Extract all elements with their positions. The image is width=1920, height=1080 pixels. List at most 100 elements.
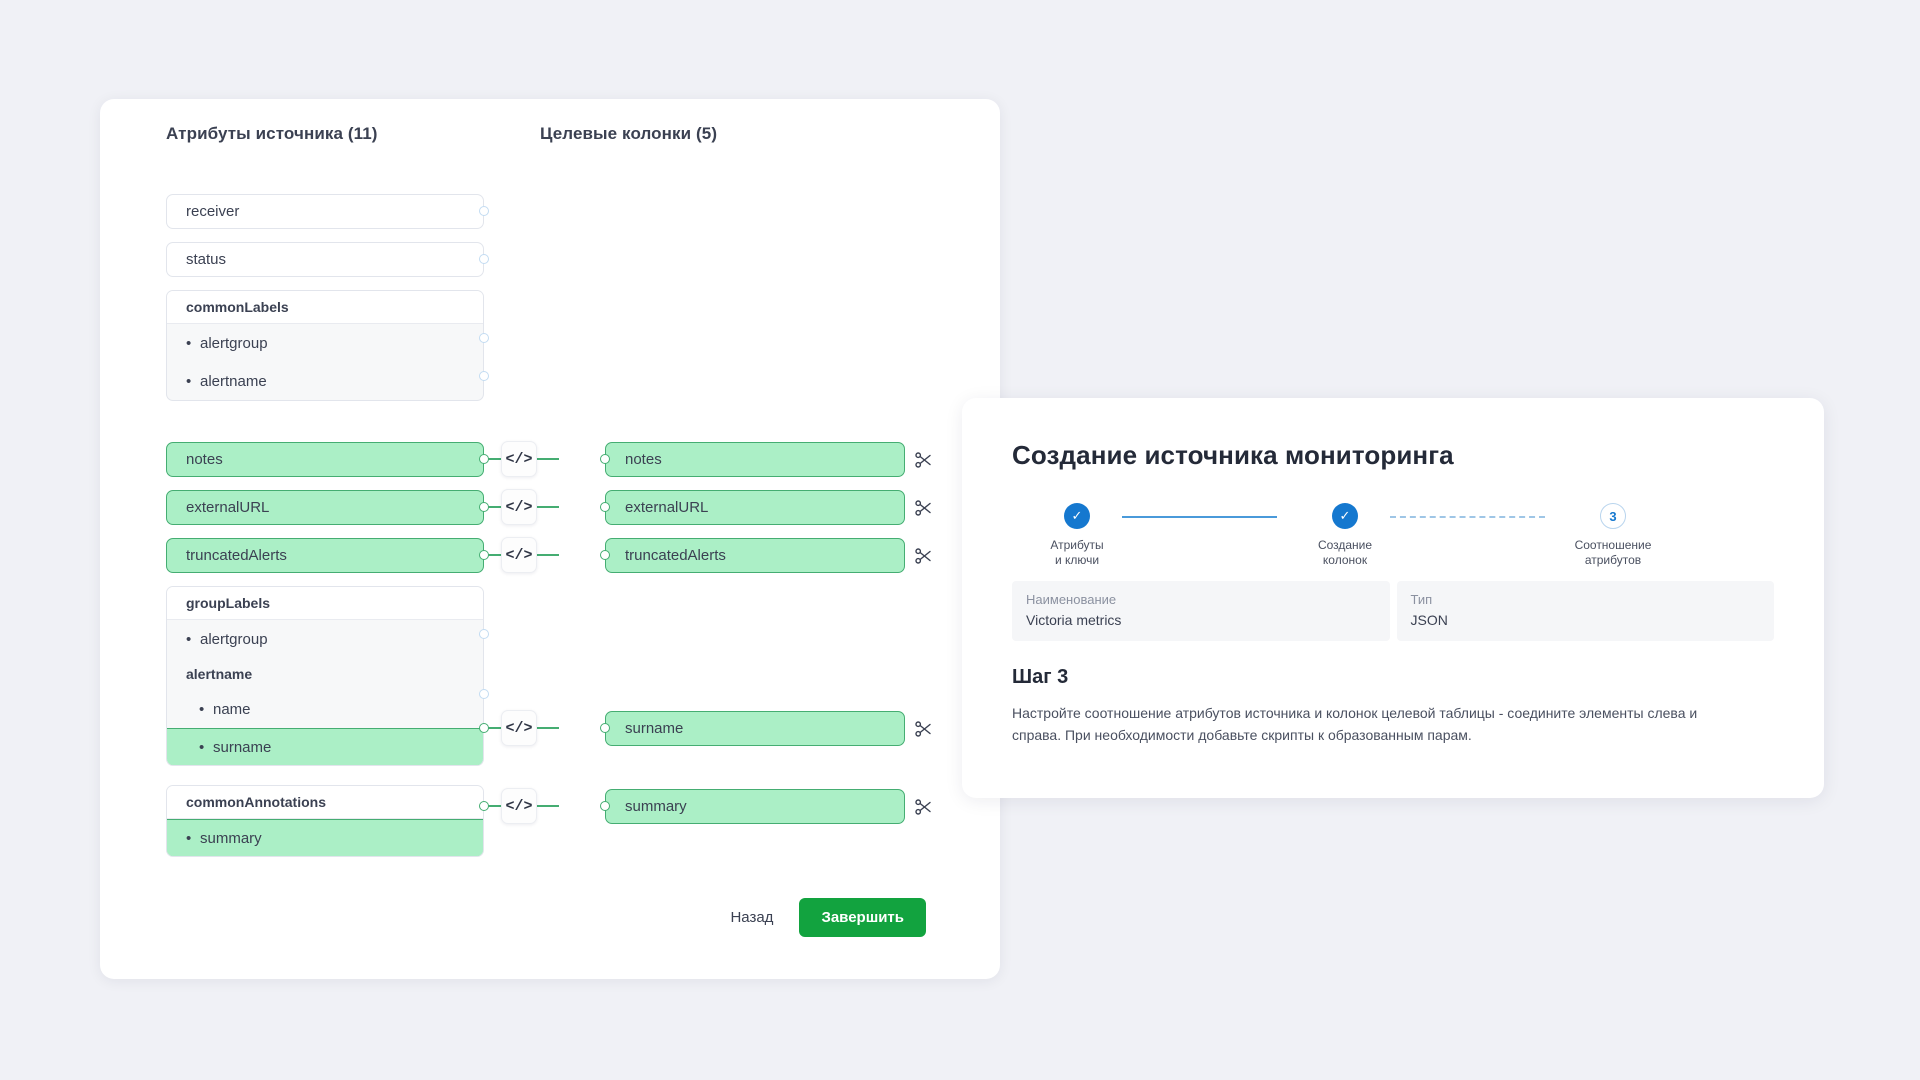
node-label: alertname (200, 373, 267, 390)
target-node-notes[interactable]: notes (605, 442, 905, 477)
port-receiver[interactable] (479, 206, 489, 216)
field-type: Тип JSON (1397, 581, 1775, 641)
node-label: notes (625, 451, 662, 468)
group-header-label: groupLabels (167, 587, 483, 620)
node-label: surname (625, 720, 683, 737)
node-label: alertgroup (200, 631, 268, 648)
port-source-notes[interactable] (479, 454, 489, 464)
port-target-surname[interactable] (600, 723, 610, 733)
source-node-externalurl[interactable]: externalURL (166, 490, 484, 525)
step-caption-line2: и ключи (1012, 553, 1142, 568)
group-header-label: commonLabels (167, 291, 483, 324)
step-caption-line2: атрибутов (1548, 553, 1678, 568)
source-attributes-header: Атрибуты источника (11) (166, 124, 378, 144)
unlink-truncatedalerts-icon[interactable] (910, 542, 938, 570)
link-notes-right (537, 458, 559, 460)
step-create-columns[interactable]: ✓ Создание колонок (1280, 503, 1410, 568)
step-caption-line1: Создание (1280, 538, 1410, 553)
unlink-externalurl-icon[interactable] (910, 494, 938, 522)
port-source-surname[interactable] (479, 723, 489, 733)
bullet-icon: • (199, 740, 213, 755)
group-item-alertgroup[interactable]: • alertgroup (167, 620, 483, 658)
node-label: externalURL (186, 499, 269, 516)
stepper-connector-2 (1390, 516, 1545, 518)
unlink-notes-icon[interactable] (910, 446, 938, 474)
bullet-icon: • (186, 336, 200, 351)
port-commonlabels-alertname[interactable] (479, 371, 489, 381)
node-label: summary (625, 798, 687, 815)
step-caption-line2: колонок (1280, 553, 1410, 568)
node-label: receiver (186, 203, 239, 220)
step-number-badge: 3 (1600, 503, 1626, 529)
step-description: Настройте соотношение атрибутов источник… (1012, 702, 1712, 746)
bullet-icon: • (186, 831, 200, 846)
check-icon: ✓ (1332, 503, 1358, 529)
wizard-info-card: Создание источника мониторинга ✓ Атрибут… (962, 398, 1824, 798)
link-truncatedalerts-right (537, 554, 559, 556)
finish-button[interactable]: Завершить (799, 898, 926, 937)
target-node-surname[interactable]: surname (605, 711, 905, 746)
summary-fields: Наименование Victoria metrics Тип JSON (1012, 581, 1774, 641)
source-node-notes[interactable]: notes (166, 442, 484, 477)
field-label: Тип (1411, 592, 1761, 607)
port-commonlabels-alertgroup[interactable] (479, 333, 489, 343)
source-node-status[interactable]: status (166, 242, 484, 277)
source-node-truncatedalerts[interactable]: truncatedAlerts (166, 538, 484, 573)
port-status[interactable] (479, 254, 489, 264)
source-group-commonlabels[interactable]: commonLabels • alertgroup • alertname (166, 290, 484, 401)
stepper-connector-1 (1122, 516, 1277, 518)
group-item-name[interactable]: • name (167, 690, 483, 728)
step-caption-line1: Атрибуты (1012, 538, 1142, 553)
link-surname-right (537, 727, 559, 729)
script-chip-notes[interactable]: </> (501, 441, 537, 477)
node-label: alertgroup (200, 335, 268, 352)
script-chip-surname[interactable]: </> (501, 710, 537, 746)
group-item-surname[interactable]: • surname (166, 728, 484, 766)
port-target-summary[interactable] (600, 801, 610, 811)
step-caption-line1: Соотношение (1548, 538, 1678, 553)
field-value: Victoria metrics (1026, 612, 1376, 628)
subgroup-header-alertname[interactable]: alertname (167, 658, 483, 690)
step-attribute-mapping[interactable]: 3 Соотношение атрибутов (1548, 503, 1678, 568)
source-group-commonannotations[interactable]: commonAnnotations • summary (166, 785, 484, 857)
node-label: status (186, 251, 226, 268)
target-columns-header: Целевые колонки (5) (540, 124, 717, 144)
target-node-externalurl[interactable]: externalURL (605, 490, 905, 525)
port-grouplabels-name[interactable] (479, 689, 489, 699)
source-node-receiver[interactable]: receiver (166, 194, 484, 229)
port-source-summary[interactable] (479, 801, 489, 811)
group-item-summary[interactable]: • summary (166, 819, 484, 857)
step-attributes-and-keys[interactable]: ✓ Атрибуты и ключи (1012, 503, 1142, 568)
group-item-alertgroup[interactable]: • alertgroup (167, 324, 483, 362)
unlink-surname-icon[interactable] (910, 715, 938, 743)
group-header-label: commonAnnotations (167, 786, 483, 819)
node-label: surname (213, 739, 271, 756)
port-target-truncatedalerts[interactable] (600, 550, 610, 560)
check-icon: ✓ (1064, 503, 1090, 529)
port-source-externalurl[interactable] (479, 502, 489, 512)
page-title: Создание источника мониторинга (1012, 440, 1774, 471)
field-label: Наименование (1026, 592, 1376, 607)
source-group-grouplabels[interactable]: groupLabels • alertgroup alertname • nam… (166, 586, 484, 766)
port-target-notes[interactable] (600, 454, 610, 464)
target-node-truncatedalerts[interactable]: truncatedAlerts (605, 538, 905, 573)
attribute-mapping-card: Атрибуты источника (11) Целевые колонки … (100, 99, 1000, 979)
group-item-alertname[interactable]: • alertname (167, 362, 483, 400)
script-chip-externalurl[interactable]: </> (501, 489, 537, 525)
target-node-summary[interactable]: summary (605, 789, 905, 824)
mapping-canvas: receiver status commonLabels • alertgrou… (100, 159, 1000, 919)
port-source-truncatedalerts[interactable] (479, 550, 489, 560)
node-label: truncatedAlerts (625, 547, 726, 564)
back-button[interactable]: Назад (726, 901, 777, 934)
script-chip-summary[interactable]: </> (501, 788, 537, 824)
field-value: JSON (1411, 612, 1761, 628)
node-label: externalURL (625, 499, 708, 516)
script-chip-truncatedalerts[interactable]: </> (501, 537, 537, 573)
node-label: alertname (186, 666, 252, 682)
node-label: notes (186, 451, 223, 468)
column-headers: Атрибуты источника (11) Целевые колонки … (100, 99, 1000, 159)
step-caption: Создание колонок (1280, 538, 1410, 568)
port-grouplabels-alertgroup[interactable] (479, 629, 489, 639)
unlink-summary-icon[interactable] (910, 793, 938, 821)
port-target-externalurl[interactable] (600, 502, 610, 512)
